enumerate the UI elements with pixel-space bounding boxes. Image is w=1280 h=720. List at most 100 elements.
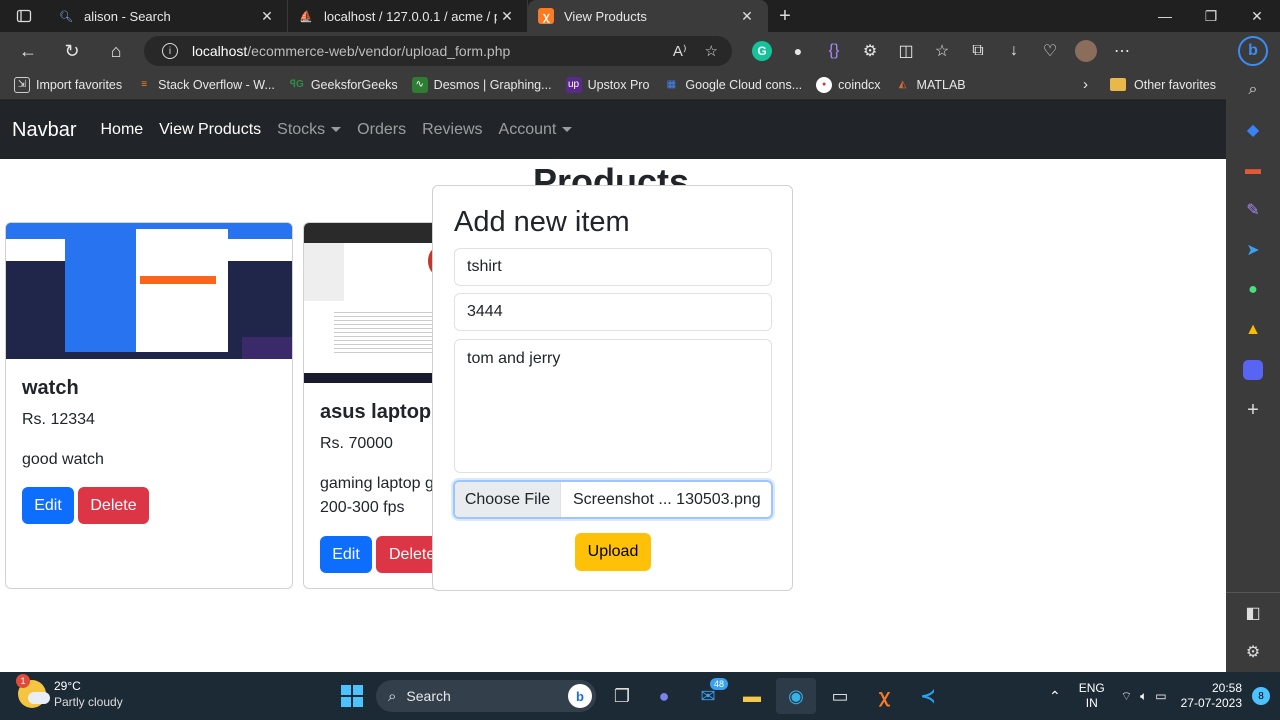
bing-copilot-icon[interactable]: b <box>1226 32 1280 70</box>
drive-icon[interactable]: ▲ <box>1226 310 1280 350</box>
office-icon[interactable]: ✎ <box>1226 190 1280 230</box>
outlook-icon[interactable]: ➤ <box>1226 230 1280 270</box>
weather-widget[interactable]: 1 29°C Partly cloudy <box>16 674 123 710</box>
google-cloud-icon: ▦ <box>666 79 677 90</box>
task-view-icon[interactable]: ❐ <box>602 678 642 714</box>
bing-icon: b <box>568 684 592 708</box>
nav-reviews[interactable]: Reviews <box>422 121 482 139</box>
vscode-icon[interactable]: ≺ <box>908 678 948 714</box>
coindcx-icon: ● <box>816 76 833 93</box>
taskbar-search[interactable]: ⌕ Search b <box>376 680 596 712</box>
add-icon[interactable]: + <box>1226 390 1280 430</box>
more-options-icon[interactable]: ⋯ <box>1104 32 1140 70</box>
refresh-icon[interactable]: ↻ <box>50 32 94 70</box>
shopping-icon[interactable]: ◆ <box>1226 110 1280 150</box>
wifi-icon[interactable]: ⌔ <box>1121 689 1132 704</box>
discord-icon[interactable] <box>1226 350 1280 390</box>
xampp-icon: ꭓ <box>538 8 554 24</box>
desktop: 🔍︎ alison - Search ✕ ⛵ localhost / 127.0… <box>0 0 1280 720</box>
search-extension-icon[interactable]: ● <box>780 32 816 70</box>
extensions-icon[interactable]: ⚙ <box>852 32 888 70</box>
games-icon[interactable]: ● <box>1226 270 1280 310</box>
other-favorites[interactable]: Other favorites <box>1134 78 1216 92</box>
upload-button[interactable]: Upload <box>575 533 651 571</box>
split-screen-icon[interactable]: ◫ <box>888 32 924 70</box>
minimize-icon[interactable]: — <box>1142 0 1188 32</box>
nav-account-dropdown[interactable]: Account <box>499 121 573 139</box>
tab-phpmyadmin[interactable]: ⛵ localhost / 127.0.0.1 / acme / pro ✕ <box>288 0 528 32</box>
chevron-up-icon[interactable]: ⌃ <box>1049 688 1061 705</box>
selected-file-name: Screenshot ... 130503.png <box>573 490 761 508</box>
tab-alison-search[interactable]: 🔍︎ alison - Search ✕ <box>48 0 288 32</box>
bracket-extension-icon[interactable]: {} <box>816 32 852 70</box>
favorite-item[interactable]: ◭ MATLAB <box>895 77 966 93</box>
new-tab-button[interactable]: + <box>768 0 802 32</box>
temperature: 29°C <box>54 679 81 693</box>
xampp-icon[interactable]: ꭓ <box>864 678 904 714</box>
battery-icon[interactable]: ▭ <box>1155 689 1166 703</box>
file-explorer-icon[interactable]: ▬ <box>732 678 772 714</box>
close-icon[interactable]: ✕ <box>737 8 757 25</box>
favorites-icon[interactable]: ☆ <box>924 32 960 70</box>
settings-icon[interactable]: ⚙ <box>1226 632 1280 672</box>
chevron-right-icon[interactable]: › <box>1083 76 1088 93</box>
profile-avatar[interactable] <box>1068 32 1104 70</box>
info-icon[interactable]: i <box>162 43 178 59</box>
edge-icon[interactable]: ◉ <box>776 678 816 714</box>
nav-stocks-dropdown[interactable]: Stocks <box>277 121 342 139</box>
item-description-textarea[interactable]: tom and jerry <box>454 339 772 473</box>
favorite-item[interactable]: ꟼG GeeksforGeeks <box>289 77 398 93</box>
tools-icon[interactable]: ▬ <box>1226 150 1280 190</box>
search-icon[interactable]: ⌕ <box>1226 70 1280 110</box>
sidebar-toggle-icon[interactable]: ◧ <box>1226 592 1280 632</box>
close-icon[interactable]: ✕ <box>257 8 277 25</box>
home-icon[interactable]: ⌂ <box>94 32 138 70</box>
edit-button[interactable]: Edit <box>320 536 372 573</box>
favorite-star-icon[interactable]: ☆ <box>705 42 718 60</box>
tab-title: View Products <box>564 8 647 24</box>
file-input[interactable]: Choose File Screenshot ... 130503.png <box>453 480 773 519</box>
web-page: Navbar Home View Products Stocks Orders … <box>0 101 1226 672</box>
favorite-item[interactable]: ⇲ Import favorites <box>14 76 122 93</box>
read-aloud-icon[interactable]: A⁾ <box>673 42 687 60</box>
delete-button[interactable]: Delete <box>78 487 149 524</box>
item-name-input[interactable]: tshirt <box>454 248 772 286</box>
partly-cloudy-icon: 1 <box>16 674 50 708</box>
favorite-item[interactable]: ∿ Desmos | Graphing... <box>411 76 552 93</box>
nav-orders[interactable]: Orders <box>357 121 406 139</box>
clock[interactable]: 20:58 27-07-2023 <box>1181 681 1242 711</box>
performance-icon[interactable]: ♡ <box>1032 32 1068 70</box>
navbar-brand[interactable]: Navbar <box>12 119 76 142</box>
search-icon: 🔍︎ <box>59 10 73 23</box>
tab-title: alison - Search <box>84 8 171 24</box>
address-bar[interactable]: i localhost/ecommerce-web/vendor/upload_… <box>144 36 732 66</box>
nav-view-products[interactable]: View Products <box>159 121 261 139</box>
mail-icon[interactable]: ✉ 48 <box>688 678 728 714</box>
import-icon: ⇲ <box>14 76 30 93</box>
folder-icon <box>1110 78 1127 91</box>
item-price-input[interactable]: 3444 <box>454 293 772 331</box>
matlab-icon: ◭ <box>898 79 907 90</box>
volume-icon[interactable]: 🔈︎ <box>1140 689 1147 704</box>
downloads-icon[interactable]: ↓ <box>996 32 1032 70</box>
collections-icon[interactable]: ⧉ <box>960 32 996 70</box>
tab-actions-icon[interactable] <box>0 0 48 32</box>
restore-icon[interactable]: ❐ <box>1188 0 1234 32</box>
favorite-item[interactable]: ≡ Stack Overflow - W... <box>136 77 275 93</box>
favorite-item[interactable]: ● coindcx <box>816 76 881 93</box>
close-icon[interactable]: ✕ <box>497 8 517 25</box>
nav-home[interactable]: Home <box>100 121 143 139</box>
tab-view-products[interactable]: ꭓ View Products ✕ <box>528 0 768 32</box>
back-icon[interactable]: ← <box>6 32 50 70</box>
choose-file-button[interactable]: Choose File <box>455 482 561 517</box>
favorite-item[interactable]: ▦ Google Cloud cons... <box>663 77 802 93</box>
favorite-item[interactable]: up Upstox Pro <box>565 76 649 93</box>
terminal-icon[interactable]: ▭ <box>820 678 860 714</box>
teams-chat-icon[interactable]: ● <box>644 678 684 714</box>
language-indicator[interactable]: ENG IN <box>1079 681 1105 711</box>
grammarly-icon[interactable]: G <box>744 32 780 70</box>
edit-button[interactable]: Edit <box>22 487 74 524</box>
notification-badge[interactable]: 8 <box>1252 687 1270 705</box>
close-window-icon[interactable]: ✕ <box>1234 0 1280 32</box>
start-icon[interactable] <box>332 678 372 714</box>
